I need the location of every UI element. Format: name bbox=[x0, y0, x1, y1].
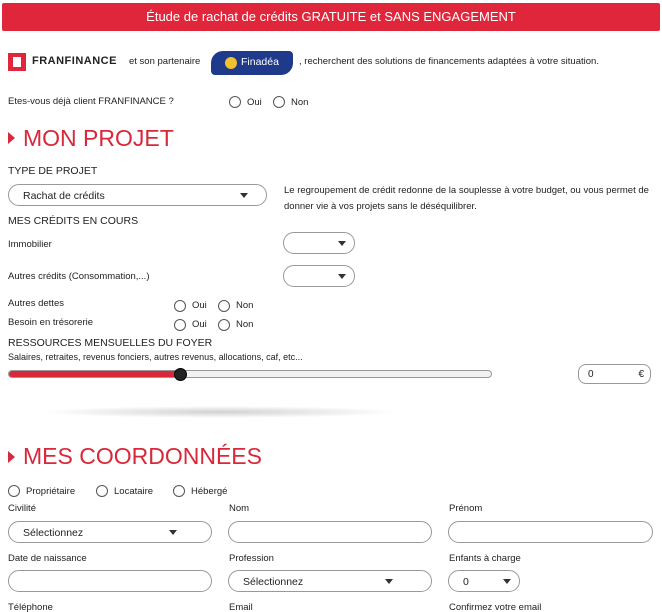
finadea-logo-text: Finadéa bbox=[241, 56, 279, 68]
enfants-label: Enfants à charge bbox=[449, 553, 521, 564]
telephone-label: Téléphone bbox=[8, 602, 53, 612]
tresorerie-no-radio[interactable] bbox=[218, 319, 230, 331]
immobilier-label: Immobilier bbox=[8, 239, 52, 250]
immobilier-select[interactable] bbox=[283, 232, 355, 254]
client-yes-label[interactable]: Oui bbox=[247, 97, 262, 108]
franfinance-logo: FRANFINANCE bbox=[8, 53, 128, 71]
tresorerie-yes-label[interactable]: Oui bbox=[192, 319, 207, 330]
franfinance-logo-mark bbox=[8, 53, 26, 71]
besoin-tresorerie-label: Besoin en trésorerie bbox=[8, 317, 94, 328]
chevron-down-icon bbox=[385, 579, 393, 584]
client-no-label[interactable]: Non bbox=[291, 97, 308, 108]
finadea-logo: Finadéa bbox=[211, 51, 293, 75]
finadea-logo-mark bbox=[225, 57, 237, 69]
type-projet-label: TYPE DE PROJET bbox=[8, 165, 98, 177]
autres-credits-label: Autres crédits (Consommation,...) bbox=[8, 271, 150, 282]
heberge-label[interactable]: Hébergé bbox=[191, 486, 227, 497]
client-question-label: Etes-vous déjà client FRANFINANCE ? bbox=[8, 96, 174, 107]
dettes-no-radio[interactable] bbox=[218, 300, 230, 312]
section-title-coordonnees: MES COORDONNÉES bbox=[23, 443, 262, 469]
chevron-down-icon bbox=[338, 274, 346, 279]
partners-text-1: et son partenaire bbox=[129, 56, 201, 67]
section-arrow-icon bbox=[8, 451, 15, 463]
type-projet-value: Rachat de crédits bbox=[23, 190, 105, 202]
dettes-yes-radio[interactable] bbox=[174, 300, 186, 312]
type-projet-select[interactable]: Rachat de crédits bbox=[8, 184, 267, 206]
confirm-email-label: Confirmez votre email bbox=[449, 602, 542, 612]
heberge-radio[interactable] bbox=[173, 485, 185, 497]
profession-select[interactable]: Sélectionnez bbox=[228, 570, 432, 592]
prenom-label: Prénom bbox=[449, 503, 483, 514]
profession-value: Sélectionnez bbox=[243, 576, 304, 588]
dettes-yes-label[interactable]: Oui bbox=[192, 300, 207, 311]
locataire-label[interactable]: Locataire bbox=[114, 486, 153, 497]
ressources-subtitle: Salaires, retraites, revenus fonciers, a… bbox=[8, 352, 303, 362]
enfants-select[interactable]: 0 bbox=[448, 570, 520, 592]
proprietaire-label[interactable]: Propriétaire bbox=[26, 486, 75, 497]
nom-label: Nom bbox=[229, 503, 250, 514]
franfinance-logo-text: FRANFINANCE bbox=[32, 55, 117, 67]
ressources-slider[interactable] bbox=[8, 370, 492, 378]
chevron-down-icon bbox=[240, 193, 248, 198]
nom-input[interactable] bbox=[228, 521, 432, 543]
credits-title: MES CRÉDITS EN COURS bbox=[8, 215, 139, 227]
slider-handle[interactable] bbox=[174, 368, 187, 381]
slider-fill bbox=[9, 371, 178, 377]
client-yes-radio[interactable] bbox=[229, 96, 241, 108]
naissance-input[interactable] bbox=[8, 570, 212, 592]
autres-credits-select[interactable] bbox=[283, 265, 355, 287]
projet-description: Le regroupement de crédit redonne de la … bbox=[284, 185, 649, 212]
client-no-radio[interactable] bbox=[273, 96, 285, 108]
autres-dettes-label: Autres dettes bbox=[8, 298, 64, 309]
section-title-projet: MON PROJET bbox=[23, 125, 174, 151]
enfants-value: 0 bbox=[463, 576, 469, 588]
currency-symbol: € bbox=[638, 369, 644, 380]
chevron-down-icon bbox=[503, 579, 511, 584]
naissance-label: Date de naissance bbox=[8, 553, 87, 564]
section-arrow-icon bbox=[8, 132, 15, 144]
dettes-no-label[interactable]: Non bbox=[236, 300, 253, 311]
profession-label: Profession bbox=[229, 553, 274, 564]
civilite-value: Sélectionnez bbox=[23, 527, 84, 539]
partners-text-2: , recherchent des solutions de financeme… bbox=[299, 56, 599, 67]
partners-row: FRANFINANCE et son partenaire Finadéa , … bbox=[8, 50, 658, 78]
chevron-down-icon bbox=[338, 241, 346, 246]
tresorerie-yes-radio[interactable] bbox=[174, 319, 186, 331]
ressources-amount-input[interactable]: 0 € bbox=[578, 364, 651, 384]
civilite-label: Civilité bbox=[8, 503, 36, 514]
tresorerie-no-label[interactable]: Non bbox=[236, 319, 253, 330]
section-divider bbox=[40, 406, 400, 418]
ressources-amount-value: 0 bbox=[588, 369, 594, 380]
civilite-select[interactable]: Sélectionnez bbox=[8, 521, 212, 543]
promo-banner: Étude de rachat de crédits GRATUITE et S… bbox=[2, 3, 660, 31]
proprietaire-radio[interactable] bbox=[8, 485, 20, 497]
chevron-down-icon bbox=[169, 530, 177, 535]
locataire-radio[interactable] bbox=[96, 485, 108, 497]
prenom-input[interactable] bbox=[448, 521, 653, 543]
ressources-title: RESSOURCES MENSUELLES DU FOYER bbox=[8, 337, 213, 349]
email-label: Email bbox=[229, 602, 253, 612]
